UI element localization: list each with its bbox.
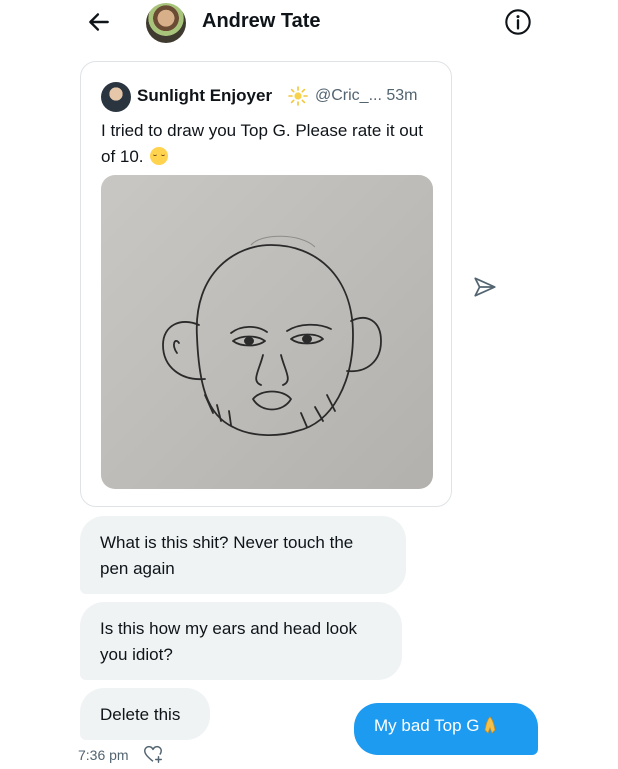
relieved-face-icon [150, 147, 169, 165]
quoted-tweet-image[interactable] [101, 175, 433, 489]
contact-avatar[interactable] [146, 3, 186, 43]
quoted-author-name: Sunlight Enjoyer [137, 86, 273, 105]
sent-message-text: My bad Top G [374, 716, 480, 735]
folded-hands-icon [484, 716, 495, 734]
quoted-tweet-text: I tried to draw you Top G. Please rate i… [101, 118, 441, 170]
received-message[interactable]: Delete this [80, 688, 210, 740]
sun-icon [288, 86, 308, 106]
sent-message[interactable]: My bad Top G [354, 703, 538, 755]
info-icon[interactable] [504, 8, 532, 36]
send-icon[interactable] [472, 274, 498, 300]
arrow-left-icon[interactable] [86, 9, 112, 35]
received-message[interactable]: Is this how my ears and head look you id… [80, 602, 402, 680]
pencil-drawing-of-face [162, 235, 382, 436]
received-message[interactable]: What is this shit? Never touch the pen a… [80, 516, 406, 594]
quoted-tweet-body: I tried to draw you Top G. Please rate i… [101, 121, 423, 166]
heart-plus-icon[interactable] [142, 743, 164, 765]
conversation-header: Andrew Tate [0, 0, 618, 46]
contact-name[interactable]: Andrew Tate [202, 10, 321, 33]
quoted-author-avatar [101, 82, 131, 112]
quoted-tweet-card[interactable]: Sunlight Enjoyer @Cric_... 53m I tried t… [80, 61, 452, 507]
message-timestamp: 7:36 pm [78, 747, 129, 763]
quoted-handle-time: @Cric_... 53m [315, 87, 418, 104]
